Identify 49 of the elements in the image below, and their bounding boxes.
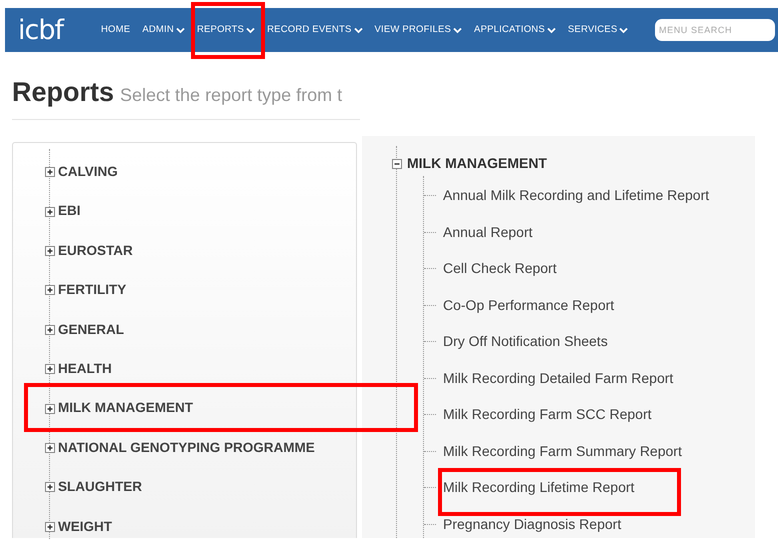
report-link[interactable]: Cell Check Report bbox=[443, 258, 557, 280]
tree-item[interactable]: WEIGHT bbox=[58, 516, 112, 537]
tree-heading[interactable]: MILK MANAGEMENT bbox=[407, 153, 547, 174]
tree-item[interactable]: MILK MANAGEMENT bbox=[58, 398, 193, 419]
nav-link[interactable]: VIEW PROFILES bbox=[374, 22, 462, 38]
expand-icon[interactable] bbox=[45, 364, 55, 374]
expand-icon[interactable] bbox=[45, 324, 55, 335]
expand-icon[interactable] bbox=[45, 246, 55, 256]
report-link[interactable]: Dry Off Notification Sheets bbox=[443, 331, 608, 352]
expand-icon[interactable] bbox=[45, 206, 55, 217]
chevron-down-icon bbox=[176, 26, 185, 34]
page-subtitle: Select the report type from t bbox=[120, 84, 342, 107]
report-link[interactable]: Pregnancy Diagnosis Report bbox=[443, 514, 622, 535]
report-link[interactable]: Annual Milk Recording and Lifetime Report bbox=[443, 185, 710, 206]
nav-link[interactable]: SERVICES bbox=[568, 22, 628, 38]
expand-icon[interactable] bbox=[45, 167, 55, 178]
search-field[interactable]: MENU SEARCH bbox=[655, 19, 775, 41]
report-link[interactable]: Milk Recording Farm SCC Report bbox=[443, 404, 652, 426]
tree-item[interactable]: HEALTH bbox=[58, 359, 112, 380]
chevron-down-icon bbox=[453, 26, 462, 34]
nav-link[interactable]: RECORD EVENTS bbox=[267, 22, 363, 38]
tree-item[interactable]: CALVING bbox=[58, 162, 118, 182]
expand-icon[interactable] bbox=[45, 522, 55, 532]
tree-item[interactable]: EUROSTAR bbox=[58, 240, 133, 262]
tree-item[interactable]: EBI bbox=[58, 201, 81, 222]
logo[interactable]: icbf bbox=[18, 16, 63, 44]
report-link[interactable]: Milk Recording Farm Summary Report bbox=[443, 440, 682, 462]
report-link[interactable]: Milk Recording Lifetime Report bbox=[443, 477, 634, 498]
tree-item[interactable]: NATIONAL GENOTYPING PROGRAMME bbox=[58, 438, 315, 458]
collapse-icon[interactable] bbox=[392, 158, 402, 168]
report-link[interactable]: Annual Report bbox=[443, 222, 533, 243]
nav-link[interactable]: HOME bbox=[101, 22, 130, 38]
tree-item[interactable]: FERTILITY bbox=[58, 280, 126, 300]
tree-item[interactable]: GENERAL bbox=[58, 320, 124, 340]
expand-icon[interactable] bbox=[45, 442, 55, 453]
expand-icon[interactable] bbox=[45, 285, 55, 296]
nav-link[interactable]: APPLICATIONS bbox=[474, 22, 556, 38]
expand-icon[interactable] bbox=[45, 404, 55, 414]
nav-link[interactable]: ADMIN bbox=[142, 22, 185, 38]
tree-item[interactable]: SLAUGHTER bbox=[58, 477, 142, 498]
chevron-down-icon bbox=[246, 26, 256, 34]
chevron-down-icon bbox=[546, 26, 556, 34]
expand-icon[interactable] bbox=[45, 482, 55, 492]
page-title: Reports bbox=[12, 76, 114, 109]
chevron-down-icon bbox=[619, 26, 628, 34]
nav-link[interactable]: REPORTS bbox=[196, 22, 256, 38]
report-link[interactable]: Milk Recording Detailed Farm Report bbox=[443, 368, 674, 389]
chevron-down-icon bbox=[354, 26, 363, 34]
report-link[interactable]: Co-Op Performance Report bbox=[443, 294, 614, 316]
